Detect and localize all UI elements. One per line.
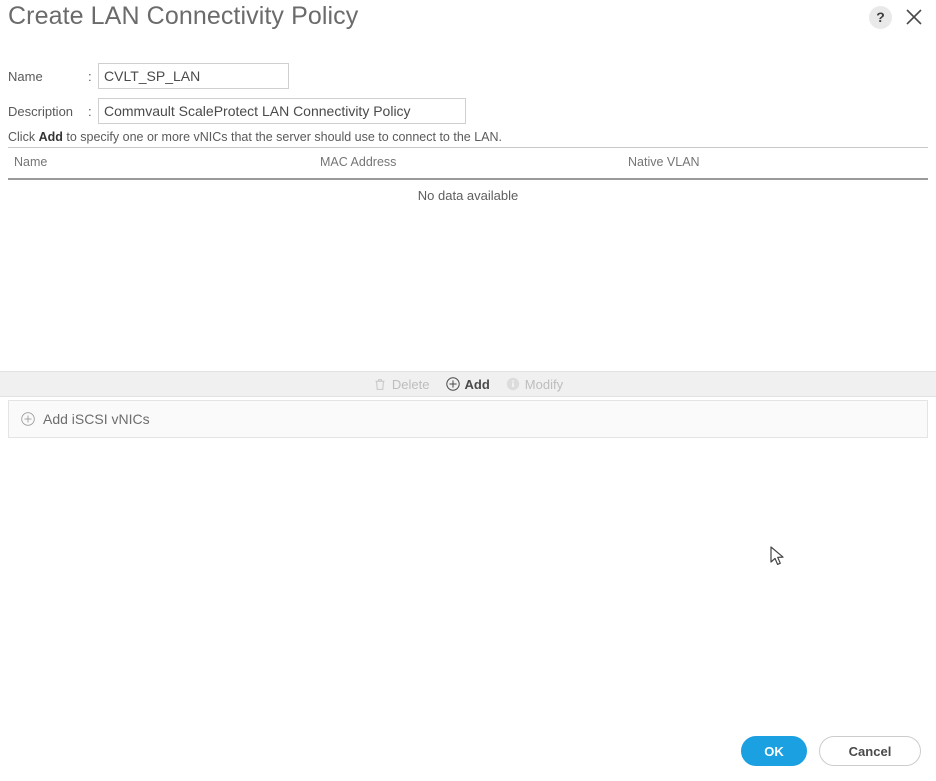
table-header-divider [8,178,928,180]
name-separator: : [88,68,92,84]
description-label: Description [8,103,74,119]
vnic-hint-text: Click Add to specify one or more vNICs t… [8,130,502,144]
hint-divider [8,147,928,148]
dialog-footer: OK Cancel [741,736,921,766]
ok-button[interactable]: OK [741,736,807,766]
add-button[interactable]: Add [445,376,490,392]
header-actions: ? [869,5,926,29]
description-input[interactable] [98,98,466,124]
hint-prefix: Click [8,130,39,144]
column-header-mac-address: MAC Address [320,155,397,169]
hint-suffix: to specify one or more vNICs that the se… [62,130,502,144]
close-icon[interactable] [902,5,926,29]
help-question-icon[interactable]: ? [869,5,892,29]
add-button-label: Add [464,376,490,392]
modify-button[interactable]: Modify [506,377,563,392]
info-circle-icon [506,377,520,391]
name-label: Name [8,68,43,84]
plus-circle-icon [21,412,35,426]
column-header-native-vlan: Native VLAN [628,155,700,169]
delete-button[interactable]: Delete [373,377,430,392]
trash-icon [373,377,387,391]
description-separator: : [88,103,92,119]
add-iscsi-vnics-label: Add iSCSI vNICs [43,411,150,427]
add-iscsi-vnics-row[interactable]: Add iSCSI vNICs [8,400,928,438]
table-toolbar: Delete Add Modify [0,371,936,397]
column-header-name: Name [14,155,48,169]
modify-button-label: Modify [524,376,564,392]
description-field-row: Description : [8,98,466,124]
vnic-table-header: Name MAC Address Native VLAN [8,152,928,177]
plus-circle-icon [445,377,460,391]
cancel-button[interactable]: Cancel [819,736,921,766]
hint-bold-add: Add [38,130,63,144]
name-input[interactable] [98,63,289,89]
mouse-cursor-icon [770,546,786,573]
delete-button-label: Delete [391,376,430,392]
vnic-table-body: No data available [8,182,928,370]
page-title: Create LAN Connectivity Policy [8,2,359,30]
empty-state-message: No data available [417,188,519,203]
name-field-row: Name : [8,63,289,89]
